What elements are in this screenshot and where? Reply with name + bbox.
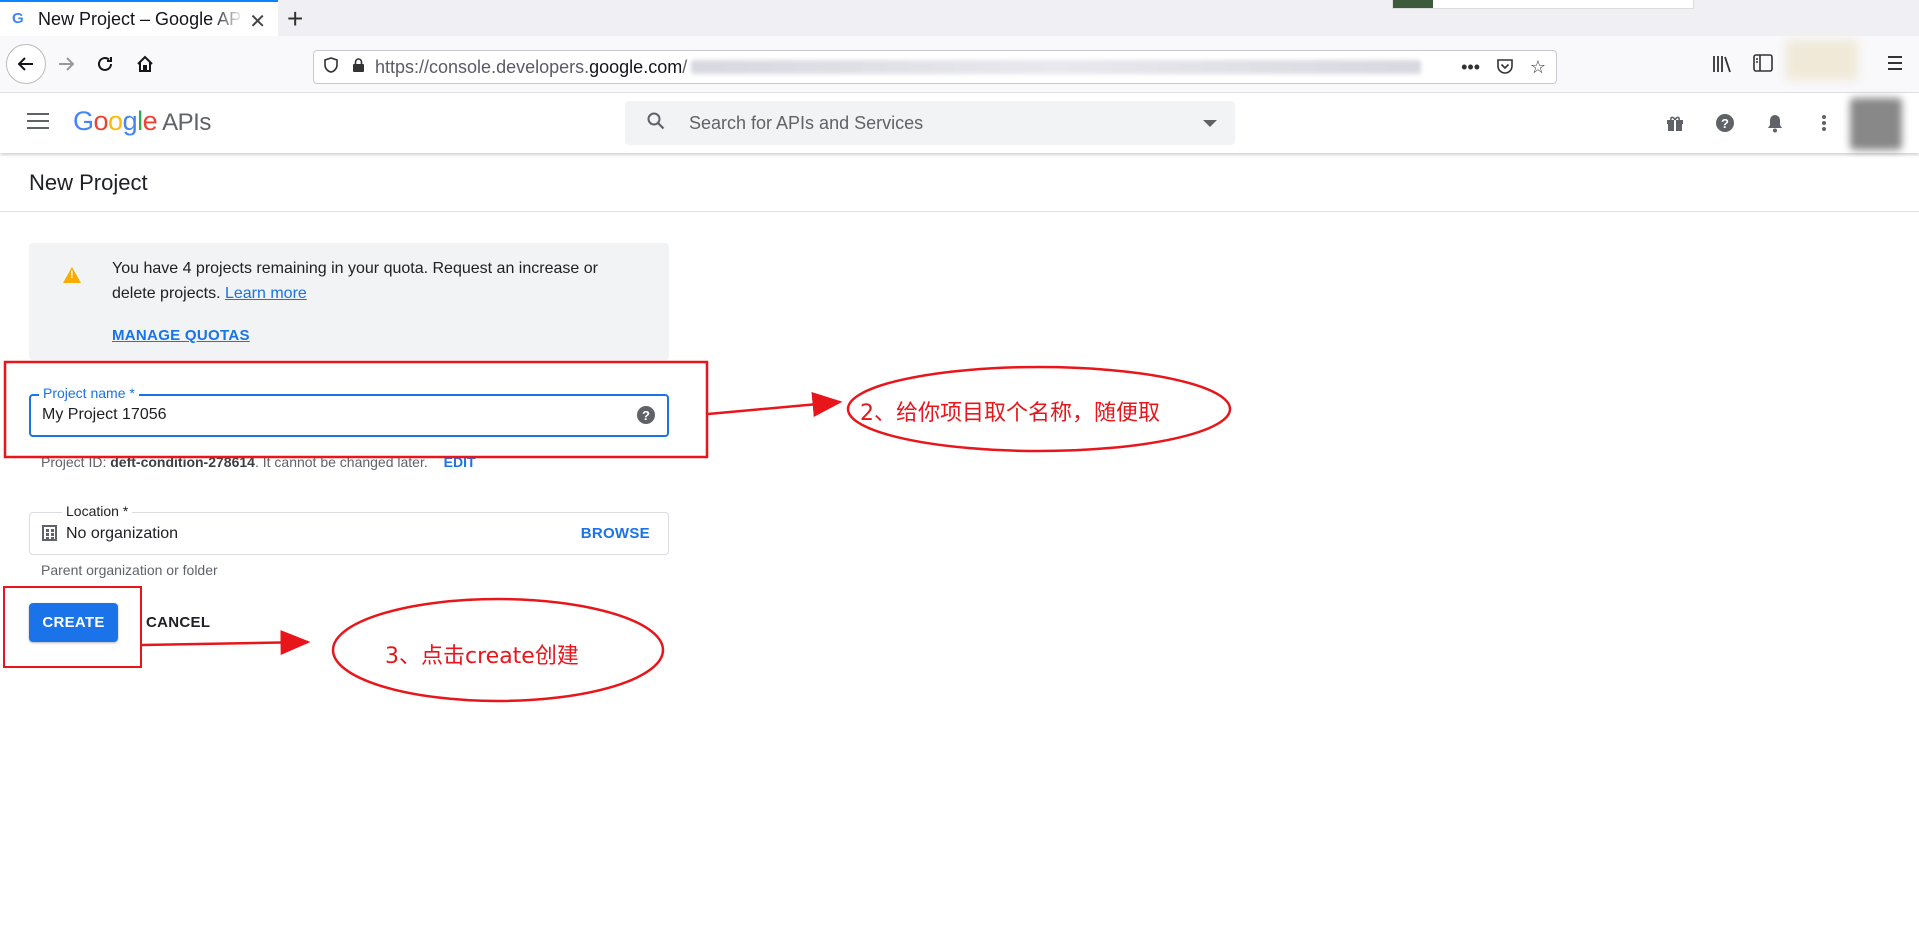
google-wordmark: Google bbox=[73, 106, 158, 136]
close-tab-icon[interactable]: ✕ bbox=[249, 9, 266, 34]
console-header: GoogleAPIs ? bbox=[0, 93, 1919, 153]
address-bar[interactable]: https://console.developers.google.com/ •… bbox=[313, 50, 1557, 84]
google-apis-logo[interactable]: Google APIs bbox=[73, 106, 211, 137]
page-actions-more-icon[interactable]: ••• bbox=[1461, 57, 1480, 78]
lock-icon[interactable] bbox=[352, 57, 365, 77]
manage-quotas-link[interactable]: MANAGE QUOTAS bbox=[112, 327, 250, 344]
home-button[interactable] bbox=[129, 48, 161, 80]
window-thumbnail bbox=[1392, 0, 1694, 9]
help-icon[interactable]: ? bbox=[637, 406, 655, 424]
library-icon[interactable] bbox=[1712, 54, 1734, 80]
annotation-arrow-step2 bbox=[707, 392, 843, 417]
project-id-text: Project ID: deft-condition-278614. It ca… bbox=[41, 454, 476, 470]
quota-notice: You have 4 projects remaining in your qu… bbox=[29, 243, 669, 360]
annotation-arrow-step3 bbox=[141, 629, 311, 655]
tracking-protection-shield-icon[interactable] bbox=[324, 57, 340, 77]
location-hint: Parent organization or folder bbox=[41, 562, 218, 578]
api-search-box[interactable] bbox=[625, 101, 1235, 145]
help-icon[interactable]: ? bbox=[1713, 111, 1737, 135]
quota-message: You have 4 projects remaining in your qu… bbox=[112, 260, 598, 302]
arrow-left-icon bbox=[17, 57, 33, 71]
location-label: Location * bbox=[62, 503, 133, 519]
url-text: https://console.developers.google.com/ bbox=[375, 56, 688, 77]
browser-tab-bar: G New Project – Google APIs ✕ + bbox=[0, 0, 1919, 36]
location-field[interactable]: Location * No organization BROWSE bbox=[29, 503, 669, 555]
app-menu-icon[interactable] bbox=[1886, 54, 1904, 78]
forward-button[interactable] bbox=[50, 48, 82, 80]
search-input[interactable] bbox=[687, 111, 1171, 135]
title-divider bbox=[0, 211, 1919, 212]
create-button[interactable]: CREATE bbox=[29, 603, 118, 642]
reload-button[interactable] bbox=[89, 48, 121, 80]
annotation-step2-text: 2、给你项目取个名称，随便取 bbox=[860, 401, 1160, 426]
learn-more-link[interactable]: Learn more bbox=[225, 285, 307, 302]
page-title: New Project bbox=[29, 170, 148, 195]
project-name-label: Project name * bbox=[39, 385, 139, 401]
home-icon bbox=[137, 55, 153, 72]
location-value: No organization bbox=[66, 525, 179, 542]
avatar[interactable] bbox=[1850, 98, 1902, 150]
browser-tab[interactable]: G New Project – Google APIs ✕ bbox=[0, 0, 278, 36]
search-dropdown-icon[interactable] bbox=[1203, 120, 1217, 127]
blurred-extension-icons bbox=[1786, 40, 1858, 80]
search-icon bbox=[647, 112, 665, 135]
building-icon bbox=[42, 525, 57, 541]
google-favicon-icon: G bbox=[12, 10, 24, 27]
annotation-step3-text: 3、点击create创建 bbox=[385, 644, 579, 669]
arrow-right-icon bbox=[59, 57, 75, 71]
cancel-button[interactable]: CANCEL bbox=[140, 603, 216, 642]
apis-wordmark: APIs bbox=[162, 109, 211, 136]
new-tab-button[interactable]: + bbox=[287, 3, 303, 35]
bookmark-star-icon[interactable]: ☆ bbox=[1530, 57, 1546, 78]
pocket-icon[interactable] bbox=[1496, 57, 1514, 80]
gift-icon[interactable] bbox=[1663, 111, 1687, 135]
tab-title: New Project – Google APIs bbox=[38, 8, 243, 29]
warning-icon bbox=[63, 267, 81, 283]
sidebar-toggle-icon[interactable] bbox=[1753, 54, 1773, 78]
navigation-menu-icon[interactable] bbox=[27, 113, 49, 134]
notifications-bell-icon[interactable] bbox=[1763, 111, 1787, 135]
back-button[interactable] bbox=[6, 44, 46, 84]
project-name-field[interactable]: Project name * ? bbox=[29, 385, 669, 437]
reload-icon bbox=[98, 56, 112, 71]
browse-button[interactable]: BROWSE bbox=[581, 525, 650, 542]
more-vert-icon[interactable] bbox=[1812, 111, 1836, 135]
edit-project-id-link[interactable]: EDIT bbox=[444, 454, 476, 470]
project-name-input[interactable] bbox=[42, 406, 602, 424]
blurred-url-path bbox=[691, 60, 1422, 74]
